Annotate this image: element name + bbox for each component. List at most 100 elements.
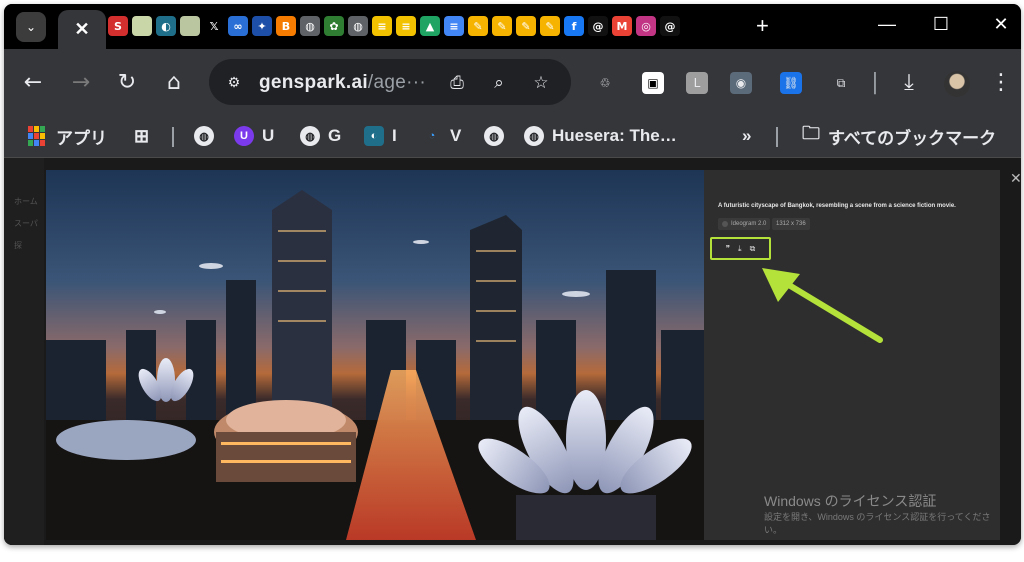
copy-icon[interactable]: ⧉ [750,244,756,254]
url-path: /age··· [367,72,426,93]
o-favicon-icon[interactable]: ◐ [156,16,176,36]
download-icon[interactable]: ⤓ [738,244,742,254]
puzzle-extension-icon[interactable]: ⧉ [830,72,852,94]
s-favicon-icon[interactable]: S [108,16,128,36]
drive-favicon-icon[interactable]: ▲ [420,16,440,36]
menu-button[interactable]: ⋮ [986,67,1016,97]
bookmark-u[interactable]: UU [234,124,274,148]
x-favicon-icon[interactable]: 𝕏 [204,16,224,36]
docs-favicon-icon[interactable]: ≡ [444,16,464,36]
download-icon: ⤓ [904,69,914,95]
u-icon: U [234,126,254,146]
new-tab-button[interactable]: + [756,15,769,37]
install-app-icon[interactable]: ⎙ [445,71,469,95]
bookmarks-overflow-button[interactable]: » [742,124,751,148]
threads-favicon-icon[interactable]: @ [588,16,608,36]
grid-icon: ⊞ [134,125,150,146]
sheet-favicon-icon[interactable]: ≡ [372,16,392,36]
all-bookmarks-button[interactable]: 🗀 すべてのブックマーク [802,123,997,148]
bookmark-label: アプリ [56,128,107,148]
green-arrow-annotation [762,268,883,343]
keep-favicon-3-icon[interactable]: ✎ [516,16,536,36]
globe-icon: ◍ [524,126,544,146]
generated-image[interactable] [46,170,704,540]
address-bar[interactable]: ⚙ genspark.ai/age··· ⎙ ⌕ ☆ [209,59,571,105]
bookmark-v[interactable]: ◔ V [422,124,462,148]
bookmark-grid[interactable]: ⊞ [134,124,149,148]
bg-sidebar-item: 探 [14,241,22,250]
star-icon[interactable]: ☆ [529,71,553,95]
bg-sidebar-item: スーパ [14,219,38,228]
toolbar: ← → ↻ ⌂ ⚙ genspark.ai/age··· ⎙ ⌕ ☆ ♲ ▣ L ◉ ⛓… [4,49,1021,115]
apps-grid-icon [28,126,48,146]
close-modal-icon[interactable]: ✕ [1010,170,1021,187]
bookmark-i[interactable]: ◐ I [364,124,397,148]
bookmarks-bar: アプリ ⊞ ◍ UU ◍ G ◐ I ◔ V ◍ ◍ Huesera: The… » 🗀… [4,115,1021,158]
image-favicon-2-icon[interactable] [180,16,200,36]
globe-favicon-icon[interactable]: ◍ [300,16,320,36]
tab-strip: ⌄ ✕ S ◐ 𝕏 ∞ ✦ B ◍ ✿ ◍ ≡ ≡ ▲ ≡ ✎ ✎ ✎ ✎ f @ M ◎ @ + — ☐ ✕ [4,4,1021,49]
browser-window: ⌄ ✕ S ◐ 𝕏 ∞ ✦ B ◍ ✿ ◍ ≡ ≡ ▲ ≡ ✎ ✎ ✎ ✎ f @ M ◎ @ + — ☐ ✕ ← → ↻… [4,4,1021,545]
sparkle-favicon-icon[interactable]: ✦ [252,16,272,36]
windows-activation-title: Windows のライセンス認証 [764,493,937,509]
leaf-favicon-icon[interactable]: ✿ [324,16,344,36]
image-details-panel: A futuristic cityscape of Bangkok, resem… [704,170,1000,540]
link-extension-icon[interactable]: ⛓ [780,72,802,94]
bookmark-label: U [262,126,275,145]
bookmark-apps[interactable]: アプリ [28,124,107,148]
sheet-favicon-2-icon[interactable]: ≡ [396,16,416,36]
site-info-icon[interactable]: ⚙ [221,69,247,95]
home-button[interactable]: ⌂ [159,67,189,97]
more-vert-icon: ⋮ [990,69,1012,95]
globe-icon: ◍ [194,126,214,146]
square-extension-icon[interactable]: ▣ [642,72,664,94]
all-bookmarks-label: すべてのブックマーク [828,128,997,148]
owl-extension-icon[interactable]: ◉ [730,72,752,94]
bookmark-globe-2[interactable]: ◍ [484,124,504,148]
blogger-favicon-icon[interactable]: B [276,16,296,36]
page-content: ホーム スーパ 探 A futuristic cityscape of Bang… [4,158,1021,545]
zoom-icon[interactable]: ⌕ [487,71,511,95]
model-badge: Ideogram 2.0 [718,218,771,230]
image-viewer-modal: A futuristic cityscape of Bangkok, resem… [46,170,1000,540]
image-size: 1312 x 736 [776,221,806,227]
back-button[interactable]: ← [18,67,48,97]
windows-activation-subtitle: 設定を開き、Windows のライセンス認証を行ってください。 [764,512,991,535]
bookmark-huesera[interactable]: ◍ Huesera: The… [524,124,677,148]
minimize-button[interactable]: — [872,14,902,35]
url-text[interactable]: genspark.ai/age··· [259,72,426,94]
keep-favicon-icon[interactable]: ✎ [468,16,488,36]
bookmark-globe[interactable]: ◍ [194,124,214,148]
instagram-favicon-icon[interactable]: ◎ [636,16,656,36]
reload-icon: ↻ [117,69,137,95]
bookmark-label: G [328,126,342,145]
tab-search-button[interactable]: ⌄ [16,12,46,42]
size-badge: 1312 x 736 [772,218,810,230]
threads-favicon-2-icon[interactable]: @ [660,16,680,36]
forward-button[interactable]: → [66,67,96,97]
downloads-button[interactable]: ⤓ [894,67,924,97]
globe-icon: ◍ [300,126,320,146]
profile-avatar[interactable] [944,71,970,97]
quote-icon[interactable]: ❞ [726,244,730,253]
keep-favicon-2-icon[interactable]: ✎ [492,16,512,36]
close-icon[interactable]: ✕ [74,19,89,40]
gmail-favicon-icon[interactable]: M [612,16,632,36]
image-favicon-icon[interactable] [132,16,152,36]
active-tab[interactable]: ✕ [58,10,106,49]
chain-favicon-icon[interactable]: ∞ [228,16,248,36]
bookmark-g[interactable]: ◍ G [300,124,341,148]
globe-favicon-2-icon[interactable]: ◍ [348,16,368,36]
background-sidebar: ホーム スーパ 探 [4,158,44,545]
recycle-extension-icon[interactable]: ♲ [594,72,616,94]
bg-sidebar-item: ホーム [14,197,38,206]
line-extension-icon[interactable]: L [686,72,708,94]
maximize-button[interactable]: ☐ [926,14,956,35]
keep-favicon-4-icon[interactable]: ✎ [540,16,560,36]
reload-button[interactable]: ↻ [112,67,142,97]
cityscape-illustration [46,190,704,540]
pinned-tabs: S ◐ 𝕏 ∞ ✦ B ◍ ✿ ◍ ≡ ≡ ▲ ≡ ✎ ✎ ✎ ✎ f @ M ◎ @ [108,16,680,38]
close-window-button[interactable]: ✕ [986,14,1016,35]
facebook-favicon-icon[interactable]: f [564,16,584,36]
arrow-left-icon: ← [23,69,43,95]
